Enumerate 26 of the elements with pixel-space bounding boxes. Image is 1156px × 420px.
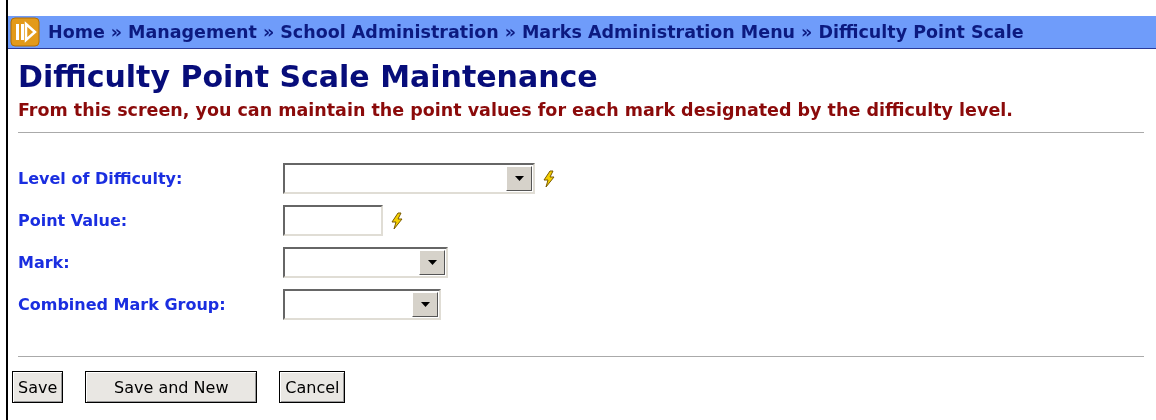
field-label: Mark: [18,253,71,272]
breadcrumb-separator: » [262,22,275,42]
field-label: Level of Difficulty: [18,169,184,188]
caret-icon [427,260,437,265]
dropdown-field[interactable] [283,247,448,278]
caret-icon [514,176,524,181]
page-description: From this screen, you can maintain the point values for each mark designated by the difficulty level. [18,100,1014,120]
breadcrumb-separator: » [504,22,516,42]
dropdown-field[interactable] [283,163,535,194]
action-button[interactable]: Cancel [279,371,346,403]
breadcrumb-link[interactable]: Difficulty Point Scale [818,22,1024,42]
breadcrumb-link[interactable]: School Administration [280,22,499,42]
caret-icon [420,302,430,307]
field-label: Point Value: [18,211,129,230]
breadcrumb-separator: » [110,22,123,42]
dropdown-field[interactable] [283,289,441,320]
action-button[interactable]: Save [12,371,64,403]
action-button[interactable]: Save and New [85,371,258,403]
page-title: Difficulty Point Scale Maintenance [18,59,599,94]
input-field[interactable] [283,205,383,236]
play-logo-icon [10,17,40,47]
breadcrumb-link[interactable]: Management [128,22,257,42]
breadcrumb-link[interactable]: Home [48,22,105,42]
breadcrumb-link[interactable]: Marks Administration Menu [521,22,796,42]
breadcrumb-separator: » [801,22,813,42]
field-label: Combined Mark Group: [18,295,227,314]
